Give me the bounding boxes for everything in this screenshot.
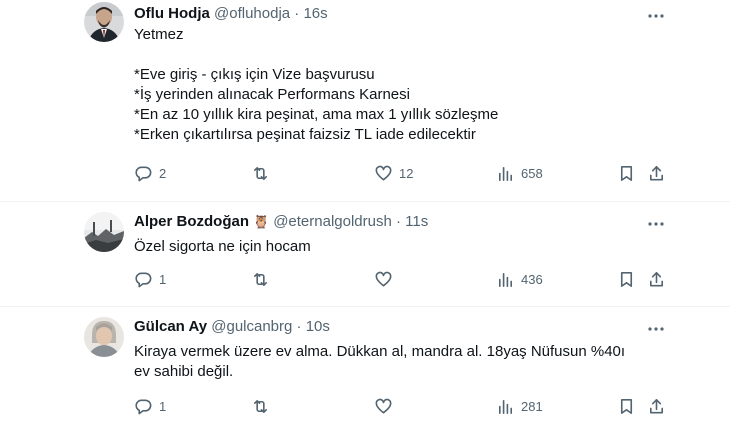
views-button[interactable]: 436 xyxy=(496,270,543,289)
timestamp[interactable]: 11s xyxy=(405,213,428,230)
tweet-1[interactable]: Oflu Hodja @ofluhodja · 16s Yetmez *Eve … xyxy=(0,0,730,200)
tweet-text: Kiraya vermek üzere ev alma. Dükkan al, … xyxy=(134,343,630,380)
dot-separator: · xyxy=(294,5,300,22)
views-icon xyxy=(498,166,513,181)
share-icon xyxy=(649,272,664,287)
bookmark-icon xyxy=(620,272,633,287)
share-icon xyxy=(649,399,664,414)
reply-icon xyxy=(135,166,152,182)
reply-count: 1 xyxy=(159,399,167,414)
reply-count: 2 xyxy=(159,166,167,181)
retweet-button[interactable] xyxy=(251,397,276,416)
views-button[interactable]: 281 xyxy=(496,397,543,416)
timestamp[interactable]: 10s xyxy=(306,318,330,335)
retweet-button[interactable] xyxy=(251,164,276,183)
author-handle[interactable]: @ofluhodja xyxy=(214,5,290,22)
tweet-actions: 1 281 xyxy=(134,397,674,421)
tweet-header: Gülcan Ay @gulcanbrg · 10s xyxy=(134,318,330,335)
views-count: 436 xyxy=(521,272,543,287)
like-count: 12 xyxy=(399,166,414,181)
more-horizontal-icon[interactable] xyxy=(646,319,666,339)
reply-button[interactable]: 1 xyxy=(134,270,166,289)
author-name[interactable]: Alper Bozdoğan xyxy=(134,213,249,230)
tweet-actions: 1 436 xyxy=(134,270,674,294)
views-count: 281 xyxy=(521,399,543,414)
avatar-alper-bozdogan[interactable] xyxy=(84,212,124,252)
owl-emoji-badge: 🦉 xyxy=(253,214,270,229)
views-count: 658 xyxy=(521,166,543,181)
tweet-actions: 2 12 658 xyxy=(134,164,674,188)
share-button[interactable] xyxy=(647,164,666,183)
like-button[interactable] xyxy=(374,397,399,416)
heart-icon xyxy=(375,398,392,414)
tweet-3[interactable]: Gülcan Ay @gulcanbrg · 10s Kiraya vermek… xyxy=(0,307,730,420)
share-icon xyxy=(649,166,664,181)
share-button[interactable] xyxy=(647,397,666,416)
tweet-2[interactable]: Alper Bozdoğan 🦉 @eternalgoldrush · 11s Öz… xyxy=(0,202,730,306)
more-horizontal-icon[interactable] xyxy=(646,6,666,26)
author-handle[interactable]: @gulcanbrg xyxy=(211,318,292,335)
retweet-icon xyxy=(253,166,268,181)
tweet-header: Oflu Hodja @ofluhodja · 16s xyxy=(134,5,328,22)
avatar-gulcan-ay[interactable] xyxy=(84,317,124,357)
author-name[interactable]: Oflu Hodja xyxy=(134,5,210,22)
reply-count: 1 xyxy=(159,272,167,287)
retweet-icon xyxy=(253,399,268,414)
timestamp[interactable]: 16s xyxy=(303,5,327,22)
tweet-text: Özel sigorta ne için hocam xyxy=(134,238,311,255)
retweet-button[interactable] xyxy=(251,270,276,289)
like-button[interactable] xyxy=(374,270,399,289)
dot-separator: · xyxy=(296,318,302,335)
bookmark-button[interactable] xyxy=(617,270,636,289)
reply-button[interactable]: 1 xyxy=(134,397,166,416)
reply-button[interactable]: 2 xyxy=(134,164,166,183)
heart-icon xyxy=(375,165,392,181)
bookmark-button[interactable] xyxy=(617,397,636,416)
share-button[interactable] xyxy=(647,270,666,289)
bookmark-icon xyxy=(620,166,633,181)
author-name[interactable]: Gülcan Ay xyxy=(134,318,207,335)
reply-icon xyxy=(135,272,152,288)
dot-separator: · xyxy=(396,213,401,230)
more-horizontal-icon[interactable] xyxy=(646,214,666,234)
views-button[interactable]: 658 xyxy=(496,164,543,183)
tweet-header: Alper Bozdoğan 🦉 @eternalgoldrush · 11s xyxy=(134,213,428,230)
heart-icon xyxy=(375,271,392,287)
bookmark-icon xyxy=(620,399,633,414)
author-handle[interactable]: @eternalgoldrush xyxy=(273,213,392,230)
reply-icon xyxy=(135,399,152,415)
avatar-oflu-hodja[interactable] xyxy=(84,2,124,42)
views-icon xyxy=(498,272,513,287)
views-icon xyxy=(498,399,513,414)
like-button[interactable]: 12 xyxy=(374,164,413,183)
tweet-text: Yetmez *Eve giriş - çıkış için Vize başv… xyxy=(134,26,499,143)
bookmark-button[interactable] xyxy=(617,164,636,183)
retweet-icon xyxy=(253,272,268,287)
